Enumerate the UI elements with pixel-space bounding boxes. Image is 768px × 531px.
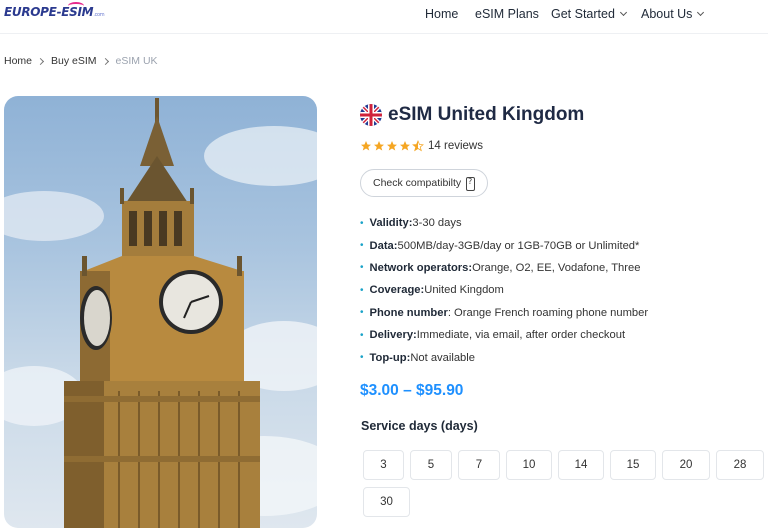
star-icon — [400, 141, 410, 151]
price-range: $3.00 – $95.90 — [360, 382, 464, 399]
day-option-10[interactable]: 10 — [506, 450, 552, 480]
breadcrumb-home[interactable]: Home — [4, 55, 32, 67]
day-option-3[interactable]: 3 — [363, 450, 404, 480]
service-days-heading: Service days (days) — [361, 419, 478, 433]
check-compatibility-label: Check compatibilty — [373, 177, 462, 189]
breadcrumb-buy-esim[interactable]: Buy eSIM — [51, 55, 97, 67]
spec-phone-number: • Phone number: Orange French roaming pho… — [360, 306, 649, 319]
product-title: eSIM United Kingdom — [388, 104, 585, 125]
day-option-28[interactable]: 28 — [716, 450, 764, 480]
star-half-icon — [412, 140, 424, 152]
big-ben-photo — [4, 98, 317, 528]
rating-row: 14 reviews — [360, 140, 483, 152]
star-icon — [387, 141, 397, 151]
spec-data: • Data: 500MB/day-3GB/day or 1GB-70GB or … — [360, 239, 640, 252]
logo-text: EUROPE-ESIM.com — [4, 5, 105, 19]
star-icon — [374, 141, 384, 151]
spec-coverage: • Coverage: United Kingdom — [360, 284, 504, 297]
product-image — [4, 96, 317, 528]
nav-home[interactable]: Home — [425, 7, 458, 21]
site-header: EUROPE-ESIM.com Home eSIM Plans Get Star… — [0, 0, 768, 34]
uk-flag-icon — [360, 104, 382, 126]
nav-get-started[interactable]: Get Started — [551, 7, 627, 21]
day-option-20[interactable]: 20 — [662, 450, 710, 480]
star-icon — [361, 141, 371, 151]
nav-esim-plans[interactable]: eSIM Plans — [475, 7, 539, 21]
chevron-right-icon — [101, 57, 109, 65]
logo-arc-icon — [68, 2, 84, 10]
breadcrumb-current: eSIM UK — [115, 55, 158, 67]
day-option-14[interactable]: 14 — [558, 450, 604, 480]
phone-icon — [466, 177, 475, 191]
check-compatibility-button[interactable]: Check compatibilty — [360, 169, 488, 197]
day-option-15[interactable]: 15 — [610, 450, 656, 480]
chevron-down-icon — [619, 8, 627, 17]
product-title-row: eSIM United Kingdom — [360, 104, 584, 126]
product-specs: • Validity: 3-30 days • Data: 500MB/day-3G… — [360, 212, 648, 369]
day-option-30[interactable]: 30 — [363, 487, 410, 517]
day-option-5[interactable]: 5 — [410, 450, 452, 480]
spec-delivery: • Delivery: Immediate, via email, after o… — [360, 329, 626, 342]
breadcrumb: Home Buy eSIM eSIM UK — [4, 55, 158, 67]
spec-network-operators: • Network operators: Orange, O2, EE, Voda… — [360, 261, 641, 274]
star-rating — [360, 140, 425, 152]
nav-about-us[interactable]: About Us — [641, 7, 705, 21]
chevron-down-icon — [697, 8, 705, 17]
chevron-right-icon — [36, 57, 45, 65]
spec-top-up: • Top-up: Not available — [360, 351, 475, 364]
day-option-7[interactable]: 7 — [458, 450, 500, 480]
spec-validity: • Validity: 3-30 days — [360, 217, 462, 230]
site-logo[interactable]: EUROPE-ESIM.com — [4, 2, 105, 27]
reviews-link[interactable]: 14 reviews — [428, 140, 483, 152]
